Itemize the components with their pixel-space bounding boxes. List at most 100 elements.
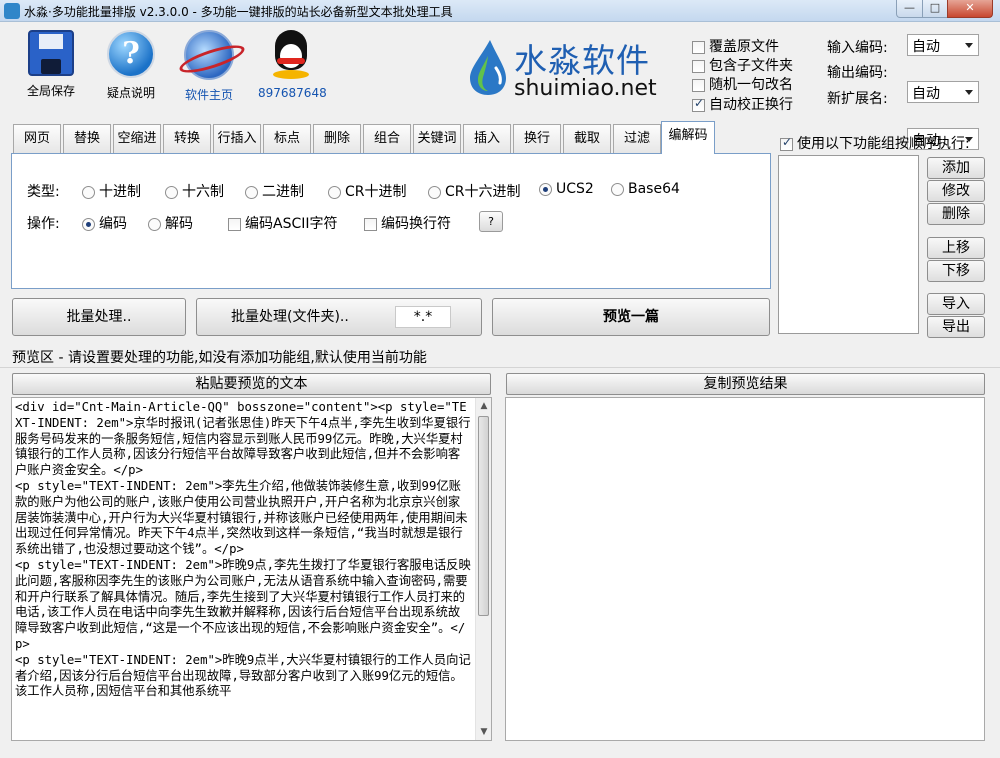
tab-convert[interactable]: 转换 (163, 124, 211, 153)
copy-preview-result-button[interactable]: 复制预览结果 (506, 373, 985, 395)
output-encoding-select[interactable]: 自动 (907, 81, 979, 103)
water-drop-logo-icon (470, 40, 506, 95)
tab-codec[interactable]: 编解码 (661, 121, 715, 154)
global-save-button[interactable]: 全局保存 (20, 30, 82, 99)
include-subfolders-checkbox[interactable]: 包含子文件夹 (692, 55, 793, 75)
radio-decimal[interactable] (82, 185, 95, 199)
file-pattern-input[interactable]: *.* (395, 306, 451, 328)
codec-help-button[interactable]: ? (479, 211, 503, 232)
encode-ascii-checkbox[interactable]: 编码ASCII字符 (228, 213, 338, 233)
scroll-down-arrow-icon[interactable]: ▼ (476, 724, 491, 740)
divider (0, 367, 1000, 368)
add-function-button[interactable]: 添加 (927, 157, 985, 179)
input-encoding-select[interactable]: 自动 (907, 34, 979, 56)
edit-function-button[interactable]: 修改 (927, 180, 985, 202)
function-group-list[interactable] (778, 155, 919, 334)
tab-keyword[interactable]: 关键词 (413, 124, 461, 153)
scroll-up-arrow-icon[interactable]: ▲ (476, 398, 491, 414)
random-rename-checkbox[interactable]: 随机一句改名 (692, 74, 793, 94)
window-title: 水淼·多功能批量排版 v2.3.0.0 - 多功能一键排版的站长必备新型文本批处… (24, 5, 453, 19)
include-subfolders-box[interactable] (692, 59, 705, 73)
encode-ascii-label: 编码ASCII字符 (245, 216, 338, 232)
use-function-group-label: 使用以下功能组按顺序执行: (797, 136, 970, 152)
radio-cr-decimal[interactable] (328, 185, 341, 199)
global-save-label: 全局保存 (26, 84, 75, 98)
auto-fix-newline-box[interactable] (692, 96, 705, 112)
overwrite-label: 覆盖原文件 (709, 39, 779, 55)
encode-newline-box[interactable] (364, 217, 377, 231)
decode-radio[interactable]: 解码 (148, 213, 193, 233)
tab-punctuation[interactable]: 标点 (263, 124, 311, 153)
output-encoding-value: 自动 (912, 86, 940, 102)
qq-contact-button[interactable]: 897687648 (258, 30, 327, 100)
delete-function-button[interactable]: 删除 (927, 203, 985, 225)
batch-process-button[interactable]: 批量处理.. (12, 298, 186, 336)
type-base64-radio[interactable]: Base64 (611, 181, 680, 197)
tab-indent[interactable]: 空缩进 (113, 124, 161, 153)
floppy-disk-icon (28, 30, 74, 76)
scroll-thumb[interactable] (478, 416, 489, 616)
random-rename-box[interactable] (692, 78, 705, 92)
radio-ucs2[interactable] (539, 182, 552, 196)
overwrite-original-checkbox[interactable]: 覆盖原文件 (692, 36, 779, 56)
codec-tab-panel: 类型: 十进制 十六制 二进制 CR十进制 CR十六进制 UCS2 Base64… (11, 153, 771, 289)
type-hex-radio[interactable]: 十六制 (165, 181, 224, 201)
source-vertical-scrollbar[interactable]: ▲ ▼ (475, 398, 491, 740)
use-function-group-box[interactable] (780, 135, 793, 151)
type-ucs2-radio[interactable]: UCS2 (539, 181, 594, 197)
radio-hex[interactable] (165, 185, 178, 199)
type-base64-label: Base64 (628, 181, 680, 197)
encode-radio[interactable]: 编码 (82, 213, 127, 233)
export-button[interactable]: 导出 (927, 316, 985, 338)
preview-one-button[interactable]: 预览一篇 (492, 298, 770, 336)
encode-label: 编码 (99, 216, 127, 232)
globe-icon (184, 30, 234, 80)
tab-extract[interactable]: 截取 (563, 124, 611, 153)
encode-ascii-box[interactable] (228, 217, 241, 231)
close-button[interactable]: ✕ (947, 0, 993, 18)
type-cr-hex-radio[interactable]: CR十六进制 (428, 181, 521, 201)
radio-decode[interactable] (148, 217, 161, 231)
tab-delete[interactable]: 删除 (313, 124, 361, 153)
paste-preview-text-button[interactable]: 粘贴要预览的文本 (12, 373, 491, 395)
type-decimal-radio[interactable]: 十进制 (82, 181, 141, 201)
result-text-area[interactable] (505, 397, 985, 741)
type-cr-decimal-label: CR十进制 (345, 184, 407, 200)
tab-insert[interactable]: 插入 (463, 124, 511, 153)
input-encoding-value: 自动 (912, 39, 940, 55)
maximize-button[interactable]: □ (922, 0, 948, 18)
tab-web[interactable]: 网页 (13, 124, 61, 153)
radio-binary[interactable] (245, 185, 258, 199)
minimize-button[interactable]: — (896, 0, 923, 18)
import-button[interactable]: 导入 (927, 293, 985, 315)
help-notes-button[interactable]: ? 疑点说明 (100, 30, 162, 101)
source-text-content: <div id="Cnt-Main-Article-QQ" bosszone="… (15, 400, 471, 699)
overwrite-checkbox-box[interactable] (692, 40, 705, 54)
type-binary-radio[interactable]: 二进制 (245, 181, 304, 201)
move-up-button[interactable]: 上移 (927, 237, 985, 259)
tab-line-insert[interactable]: 行插入 (213, 124, 261, 153)
logo-domain-text: shuimiao.net (514, 76, 657, 101)
radio-cr-hex[interactable] (428, 185, 441, 199)
encode-newline-checkbox[interactable]: 编码换行符 (364, 213, 451, 233)
type-cr-decimal-radio[interactable]: CR十进制 (328, 181, 407, 201)
input-encoding-label: 输入编码: (827, 40, 888, 56)
radio-base64[interactable] (611, 182, 624, 196)
help-notes-label: 疑点说明 (106, 86, 155, 100)
move-down-button[interactable]: 下移 (927, 260, 985, 282)
tab-combine[interactable]: 组合 (363, 124, 411, 153)
use-function-group-checkbox[interactable]: 使用以下功能组按顺序执行: (780, 133, 970, 153)
auto-fix-newline-checkbox[interactable]: 自动校正换行 (692, 94, 793, 114)
type-binary-label: 二进制 (262, 184, 304, 200)
logo-chinese-text: 水淼软件 (514, 41, 650, 80)
question-mark-icon: ? (107, 30, 155, 78)
tab-filter[interactable]: 过滤 (613, 124, 661, 153)
new-extension-label: 新扩展名: (827, 91, 888, 107)
tab-newline[interactable]: 换行 (513, 124, 561, 153)
tab-replace[interactable]: 替换 (63, 124, 111, 153)
homepage-button[interactable]: 软件主页 (178, 30, 240, 103)
source-text-area[interactable]: <div id="Cnt-Main-Article-QQ" bosszone="… (11, 397, 492, 741)
radio-encode[interactable] (82, 217, 95, 231)
qq-penguin-icon (271, 30, 311, 80)
encode-newline-label: 编码换行符 (381, 216, 451, 232)
